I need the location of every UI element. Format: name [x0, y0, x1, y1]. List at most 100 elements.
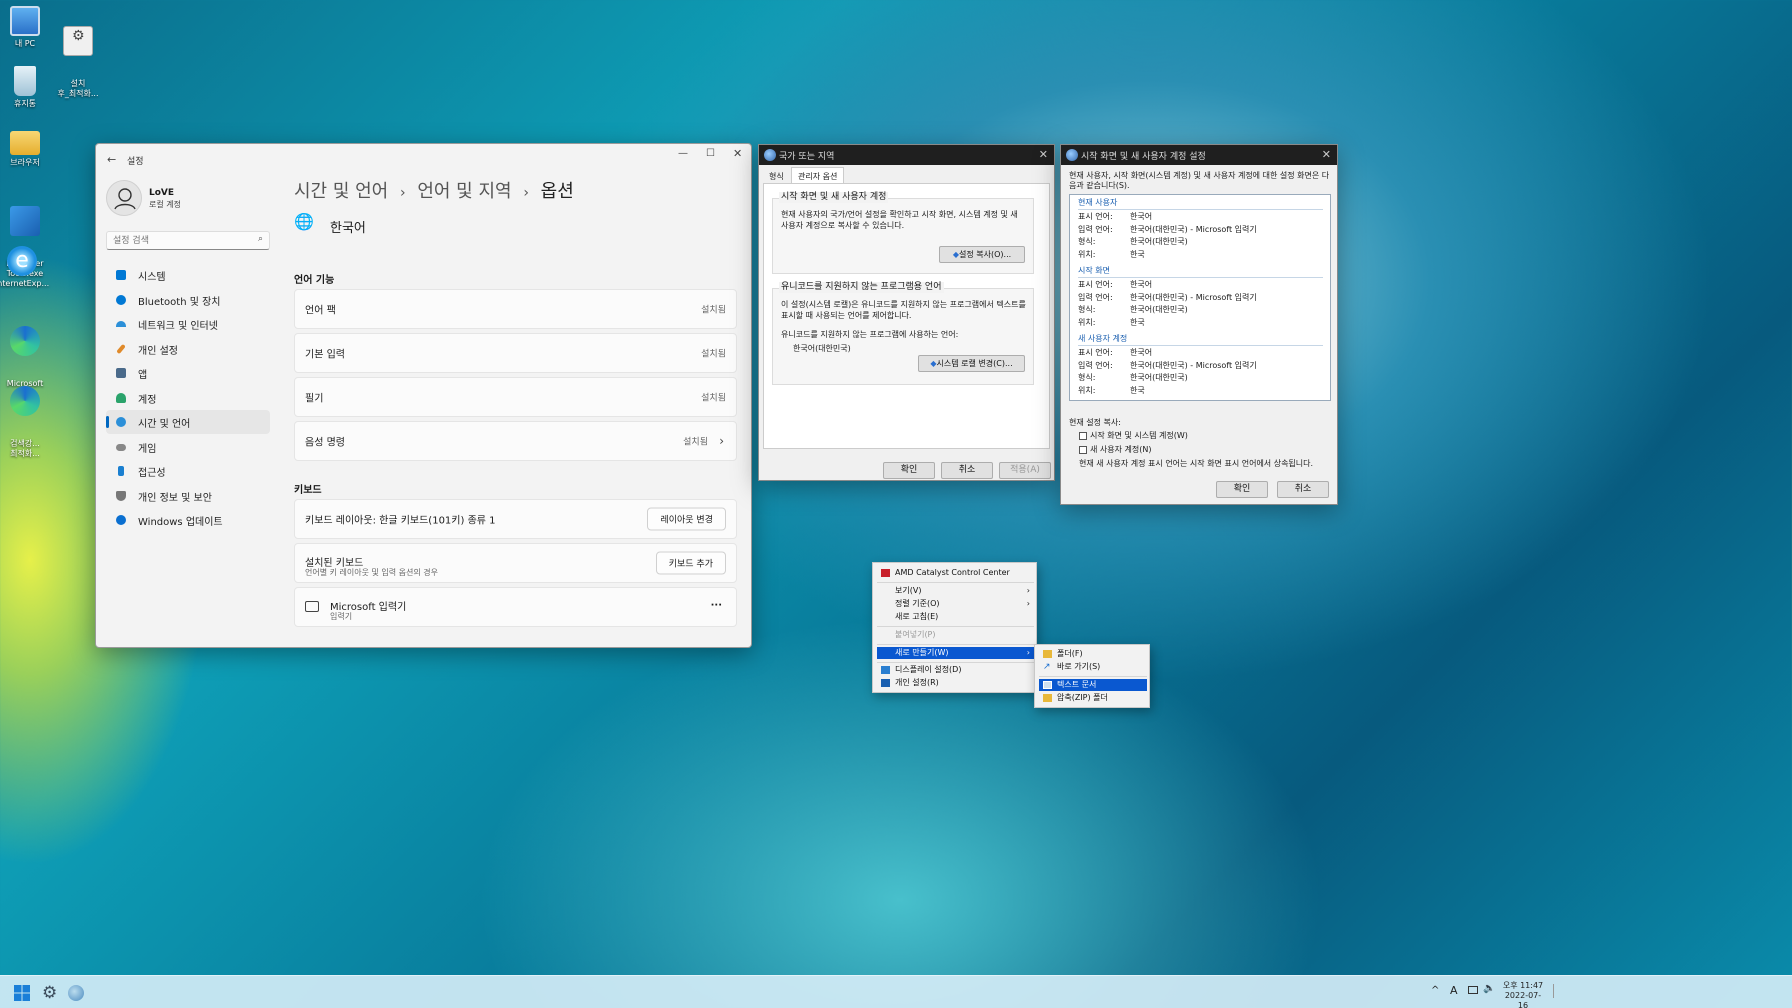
ok-button[interactable]: 확인	[883, 462, 935, 479]
sidebar-item-apps[interactable]: 앱	[106, 361, 270, 385]
summary-value: 한국어(대한민국)	[1130, 373, 1188, 382]
sidebar-item-time-language[interactable]: 시간 및 언어	[106, 410, 270, 434]
back-arrow-icon[interactable]: ←	[107, 153, 116, 166]
ok-button[interactable]: 확인	[1216, 481, 1268, 498]
dialog-title: 국가 또는 지역	[779, 151, 835, 162]
cancel-button[interactable]: 취소	[941, 462, 993, 479]
sidebar-item-label: Windows 업데이트	[138, 516, 223, 528]
button-label: 시스템 로캘 변경(C)...	[936, 359, 1013, 368]
chevron-up-icon[interactable]: ^	[1431, 985, 1439, 996]
clock[interactable]: 오후 11:47 2022-07-16	[1500, 981, 1546, 1008]
group-description: 이 설정(시스템 로캘)은 유니코드를 지원하지 않는 프로그램에서 텍스트를 …	[781, 300, 1026, 320]
ime-row[interactable]: Microsoft 입력기 입력기 ···	[294, 587, 737, 627]
summary-key: 형식:	[1078, 305, 1096, 314]
sidebar-item-system[interactable]: 시스템	[106, 263, 270, 287]
brush-icon	[116, 343, 126, 355]
feature-label: 기본 입력	[305, 349, 345, 361]
summary-section-title: 시작 화면	[1078, 265, 1323, 278]
gear-file-icon: ⚙	[63, 26, 93, 56]
apply-button[interactable]: 적용(A)	[999, 462, 1051, 479]
volume-icon[interactable]: 🔈	[1483, 983, 1495, 994]
breadcrumb-item[interactable]: 시간 및 언어	[294, 181, 388, 202]
desktop-icon-setup-optimize[interactable]: ⚙ 설치 후_최적화...	[50, 6, 106, 119]
summary-value: 한국	[1130, 249, 1145, 259]
ime-indicator[interactable]: A	[1450, 984, 1458, 997]
network-icon[interactable]	[1468, 986, 1478, 994]
minimize-button[interactable]: —	[678, 148, 688, 159]
maximize-button[interactable]: ☐	[706, 148, 715, 159]
close-button[interactable]: ✕	[1039, 148, 1048, 161]
start-button[interactable]	[12, 983, 32, 1003]
breadcrumb-separator: ›	[399, 185, 406, 201]
settings-window: ← 설정 — ☐ ✕ LoVE 로컬 계정 ⌕ 시스템 Bluetooth 및 …	[95, 143, 752, 648]
submenu-item-shortcut[interactable]: ↗ 바로 가기(S)	[1039, 661, 1147, 673]
text-file-icon	[1043, 681, 1052, 689]
search-box[interactable]: ⌕	[106, 231, 270, 250]
search-input[interactable]	[107, 232, 247, 249]
region-globe-icon[interactable]	[68, 985, 84, 1001]
sidebar-item-personalization[interactable]: 개인 설정	[106, 337, 270, 361]
locale-value: 한국어(대한민국)	[793, 344, 851, 353]
cancel-button[interactable]: 취소	[1277, 481, 1329, 498]
sidebar-item-windows-update[interactable]: Windows 업데이트	[106, 508, 270, 532]
submenu-item-text-document[interactable]: 텍스트 문서	[1039, 679, 1147, 691]
search-icon: ⌕	[257, 234, 263, 244]
submenu-item-zip-folder[interactable]: 압축(ZIP) 폴더	[1039, 692, 1147, 704]
checkbox-box[interactable]	[1079, 445, 1087, 454]
feature-row-language-pack[interactable]: 언어 팩 설치됨	[294, 289, 737, 329]
summary-value: 한국어(대한민국)	[1130, 237, 1188, 246]
menu-item-label: 폴더(F)	[1057, 649, 1083, 658]
change-system-locale-button[interactable]: ◆시스템 로캘 변경(C)...	[918, 355, 1025, 372]
checkbox-welcome-system[interactable]: 시작 화면 및 시스템 계정(W)	[1079, 430, 1188, 441]
desktop-context-menu: AMD Catalyst Control Center 보기(V) › 정렬 기준…	[872, 562, 1037, 693]
desktop-icon-internet-explorer[interactable]: e InternetExp...	[0, 246, 50, 289]
menu-item-personalize[interactable]: 개인 설정(R)	[877, 677, 1034, 689]
sidebar-item-gaming[interactable]: 게임	[106, 435, 270, 459]
checkbox-box[interactable]	[1079, 431, 1087, 440]
close-button[interactable]: ✕	[733, 147, 742, 160]
sidebar-item-privacy[interactable]: 개인 정보 및 보안	[106, 484, 270, 508]
menu-item-label: 새로 만들기(W)	[895, 648, 949, 657]
globe-icon	[764, 149, 776, 161]
windows-logo-icon	[14, 985, 30, 1001]
desktop-icon-recycle-bin[interactable]: 휴지통	[0, 66, 53, 109]
tab-panel: 시작 화면 및 새 사용자 계정 현재 사용자의 국가/언어 설정을 확인하고 …	[763, 183, 1050, 449]
update-icon	[116, 515, 126, 525]
feature-row-speech[interactable]: 음성 명령 설치됨 ›	[294, 421, 737, 461]
avatar[interactable]	[106, 180, 142, 216]
checkbox-new-user[interactable]: 새 사용자 계정(N)	[1079, 444, 1151, 455]
summary-key: 위치:	[1078, 317, 1096, 327]
menu-item-label: 정렬 기준(O)	[895, 599, 940, 608]
sidebar-item-network[interactable]: 네트워크 및 인터넷	[106, 312, 270, 336]
menu-item-view[interactable]: 보기(V) ›	[877, 585, 1034, 597]
feature-label: 필기	[305, 393, 324, 405]
sidebar-item-bluetooth[interactable]: Bluetooth 및 장치	[106, 288, 270, 312]
wifi-icon	[116, 321, 126, 327]
edge-icon	[10, 386, 40, 416]
menu-item-display-settings[interactable]: 디스플레이 설정(D)	[877, 664, 1034, 676]
desktop-icon-edge-2[interactable]: 검색강... 최적화...	[0, 366, 53, 479]
menu-item-amd-catalyst[interactable]: AMD Catalyst Control Center	[877, 567, 1034, 579]
feature-row-handwriting[interactable]: 필기 설치됨	[294, 377, 737, 417]
settings-gear-icon[interactable]: ⚙	[42, 983, 62, 1003]
close-button[interactable]: ✕	[1322, 148, 1331, 161]
menu-item-refresh[interactable]: 새로 고침(E)	[877, 611, 1034, 623]
change-layout-button[interactable]: 레이아웃 변경	[647, 507, 726, 531]
desktop-icon-browser-folder[interactable]: 브라우저	[0, 127, 53, 168]
add-keyboard-button[interactable]: 키보드 추가	[655, 551, 726, 575]
more-options-button[interactable]: ···	[711, 600, 722, 611]
submenu-item-folder[interactable]: 폴더(F)	[1039, 648, 1147, 660]
menu-item-paste[interactable]: 붙여넣기(P)	[877, 629, 1034, 641]
feature-row-basic-typing[interactable]: 기본 입력 설치됨	[294, 333, 737, 373]
copy-settings-button[interactable]: ◆설정 복사(O)...	[939, 246, 1025, 263]
show-desktop-button[interactable]	[1553, 984, 1561, 998]
sidebar-item-accessibility[interactable]: 접근성	[106, 459, 270, 483]
desktop-icon-label: 검색강... 최적화...	[10, 439, 40, 458]
desktop-icon-this-pc[interactable]: 내 PC	[0, 6, 53, 49]
sidebar-item-accounts[interactable]: 계정	[106, 386, 270, 410]
tab-format[interactable]: 형식	[763, 169, 790, 184]
menu-item-new[interactable]: 새로 만들기(W) ›	[877, 647, 1034, 659]
menu-item-sort-by[interactable]: 정렬 기준(O) ›	[877, 598, 1034, 610]
sidebar-item-label: 네트워크 및 인터넷	[138, 320, 218, 332]
breadcrumb-item[interactable]: 언어 및 지역	[417, 181, 511, 202]
